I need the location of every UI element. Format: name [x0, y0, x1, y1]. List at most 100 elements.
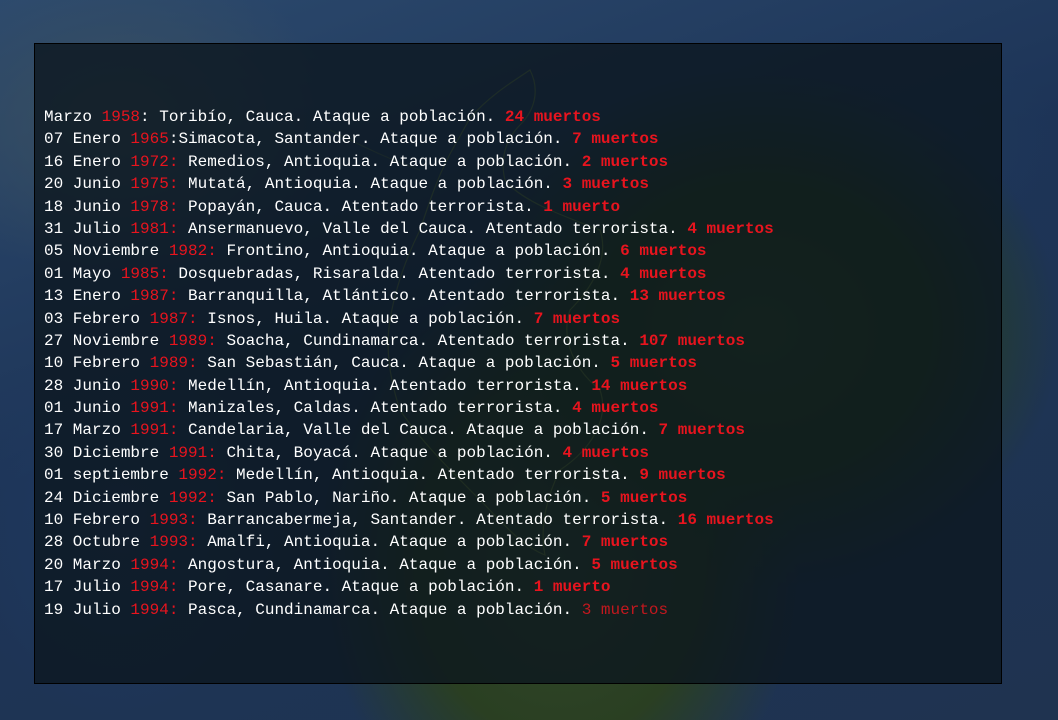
- event-description: Popayán, Cauca. Atentado terrorista.: [178, 197, 544, 216]
- event-row: 17 Marzo 1991: Candelaria, Valle del Cau…: [44, 419, 774, 441]
- event-description: Barrancabermeja, Santander. Atentado ter…: [197, 511, 678, 530]
- event-row: 01 Mayo 1985: Dosquebradas, Risaralda. A…: [44, 263, 774, 285]
- event-deaths: 3 muertos: [562, 175, 649, 194]
- event-year: 1982:: [168, 242, 217, 261]
- event-year: 1994:: [130, 555, 179, 574]
- event-row: 17 Julio 1994: Pore, Casanare. Ataque a …: [44, 576, 774, 598]
- event-description: Candelaria, Valle del Cauca. Ataque a po…: [178, 421, 659, 440]
- event-row: 05 Noviembre 1982: Frontino, Antioquia. …: [44, 240, 774, 262]
- event-deaths: 1 muerto: [533, 578, 611, 597]
- event-deaths: 5 muertos: [591, 555, 678, 574]
- event-deaths: 7 muertos: [581, 533, 669, 552]
- event-row: Marzo 1958: Toribío, Cauca. Ataque a pob…: [44, 106, 774, 128]
- event-row: 24 Diciembre 1992: San Pablo, Nariño. At…: [44, 487, 774, 509]
- event-deaths: 107 muertos: [639, 331, 745, 350]
- event-date: 28 Octubre: [44, 533, 150, 552]
- event-year: 1991:: [168, 443, 217, 462]
- event-row: 03 Febrero 1987: Isnos, Huila. Ataque a …: [44, 308, 774, 330]
- event-date: 16 Enero: [44, 152, 131, 171]
- event-description: Medellín, Antioquia. Atentado terrorista…: [226, 466, 640, 485]
- event-description: San Pablo, Nariño. Ataque a población.: [216, 488, 601, 507]
- event-date: 01 septiembre: [44, 466, 179, 485]
- event-date: 17 Marzo: [44, 421, 131, 440]
- event-year: 1985:: [120, 264, 169, 283]
- event-year: 1958: [101, 108, 141, 126]
- event-deaths: 7 muertos: [572, 130, 659, 149]
- event-row: 01 Junio 1991: Manizales, Caldas. Atenta…: [44, 397, 774, 419]
- event-deaths: 4 muertos: [687, 219, 774, 238]
- event-row: 16 Enero 1972: Remedios, Antioquia. Ataq…: [44, 151, 774, 173]
- event-year: 1993:: [149, 533, 198, 552]
- event-date: 18 Junio: [44, 197, 131, 216]
- event-deaths: 2 muertos: [581, 152, 669, 171]
- event-deaths: 24 muertos: [504, 108, 601, 126]
- event-date: 19 Julio: [44, 600, 131, 619]
- event-date: 10 Febrero: [44, 354, 150, 373]
- event-deaths: 4 muertos: [572, 399, 659, 418]
- event-year: 1978:: [130, 197, 179, 216]
- event-row: 20 Junio 1975: Mutatá, Antioquia. Ataque…: [44, 173, 774, 195]
- event-year: 1993:: [149, 511, 198, 530]
- event-date: 24 Diciembre: [44, 488, 169, 507]
- event-description: Manizales, Caldas. Atentado terrorista.: [178, 399, 573, 418]
- event-description: Frontino, Antioquia. Ataque a población.: [216, 242, 621, 261]
- event-row: 31 Julio 1981: Ansermanuevo, Valle del C…: [44, 218, 774, 240]
- event-row: 10 Febrero 1993: Barrancabermeja, Santan…: [44, 509, 774, 531]
- event-row: 10 Febrero 1989: San Sebastián, Cauca. A…: [44, 352, 774, 374]
- event-row: 01 septiembre 1992: Medellín, Antioquia.…: [44, 464, 774, 486]
- event-date: 10 Febrero: [44, 511, 150, 530]
- event-description: Pore, Casanare. Ataque a población.: [178, 578, 534, 597]
- event-description: Angostura, Antioquia. Ataque a población…: [178, 555, 592, 574]
- event-row: 07 Enero 1965:Simacota, Santander. Ataqu…: [44, 128, 774, 150]
- event-row: 27 Noviembre 1989: Soacha, Cundinamarca.…: [44, 330, 774, 352]
- event-description: Simacota, Santander. Ataque a población.: [178, 130, 573, 149]
- event-date: 20 Junio: [44, 175, 131, 194]
- event-year: 1989:: [168, 331, 217, 350]
- event-description: San Sebastián, Cauca. Ataque a población…: [197, 354, 611, 373]
- event-description: Mutatá, Antioquia. Ataque a población.: [178, 175, 563, 194]
- event-deaths: 14 muertos: [591, 376, 688, 395]
- event-deaths: 9 muertos: [639, 466, 726, 485]
- event-date: 28 Junio: [44, 376, 131, 395]
- event-description: Toribío, Cauca. Ataque a población.: [149, 108, 505, 126]
- event-year: 1992:: [168, 488, 217, 507]
- event-row: 30 Diciembre 1991: Chita, Boyacá. Ataque…: [44, 442, 774, 464]
- event-description: Ansermanuevo, Valle del Cauca. Atentado …: [178, 219, 688, 238]
- event-deaths: 4 muertos: [620, 264, 707, 283]
- event-date: 05 Noviembre: [44, 242, 169, 261]
- event-date: 20 Marzo: [44, 555, 131, 574]
- event-deaths: 16 muertos: [677, 511, 774, 530]
- event-deaths: 5 muertos: [600, 488, 688, 507]
- event-description: Remedios, Antioquia. Ataque a población.: [178, 152, 582, 171]
- event-date: 27 Noviembre: [44, 331, 169, 350]
- event-separator: :: [168, 130, 179, 149]
- event-year: 1994:: [130, 600, 179, 619]
- event-year: 1972:: [130, 152, 179, 171]
- event-year: 1987:: [149, 309, 198, 328]
- events-list: Marzo 1958: Toribío, Cauca. Ataque a pob…: [44, 106, 774, 621]
- event-date: 03 Febrero: [44, 309, 150, 328]
- event-row: 20 Marzo 1994: Angostura, Antioquia. Ata…: [44, 554, 774, 576]
- event-date: 01 Mayo: [44, 264, 121, 283]
- event-date: 13 Enero: [44, 287, 131, 306]
- event-description: Dosquebradas, Risaralda. Atentado terror…: [168, 264, 621, 283]
- event-year: 1989:: [149, 354, 198, 373]
- event-description: Isnos, Huila. Ataque a población.: [197, 309, 534, 328]
- event-year: 1975:: [130, 175, 179, 194]
- event-description: Chita, Boyacá. Ataque a población.: [216, 443, 563, 462]
- event-date: 01 Junio: [44, 399, 131, 418]
- event-year: 1991:: [130, 399, 179, 418]
- event-year: 1992:: [178, 466, 227, 485]
- event-year: 1991:: [130, 421, 179, 440]
- event-description: Pasca, Cundinamarca. Ataque a población.: [178, 600, 582, 619]
- event-row: 28 Octubre 1993: Amalfi, Antioquia. Ataq…: [44, 531, 774, 553]
- event-description: Barranquilla, Atlántico. Atentado terror…: [178, 287, 630, 306]
- event-date: 30 Diciembre: [44, 443, 169, 462]
- event-deaths: 5 muertos: [610, 354, 697, 373]
- event-year: 1987:: [130, 287, 179, 306]
- event-date: 07 Enero: [44, 130, 131, 149]
- event-deaths: 1 muerto: [543, 197, 621, 216]
- event-deaths: 7 muertos: [658, 421, 745, 440]
- event-deaths: 6 muertos: [620, 242, 707, 261]
- event-deaths: 4 muertos: [562, 443, 649, 462]
